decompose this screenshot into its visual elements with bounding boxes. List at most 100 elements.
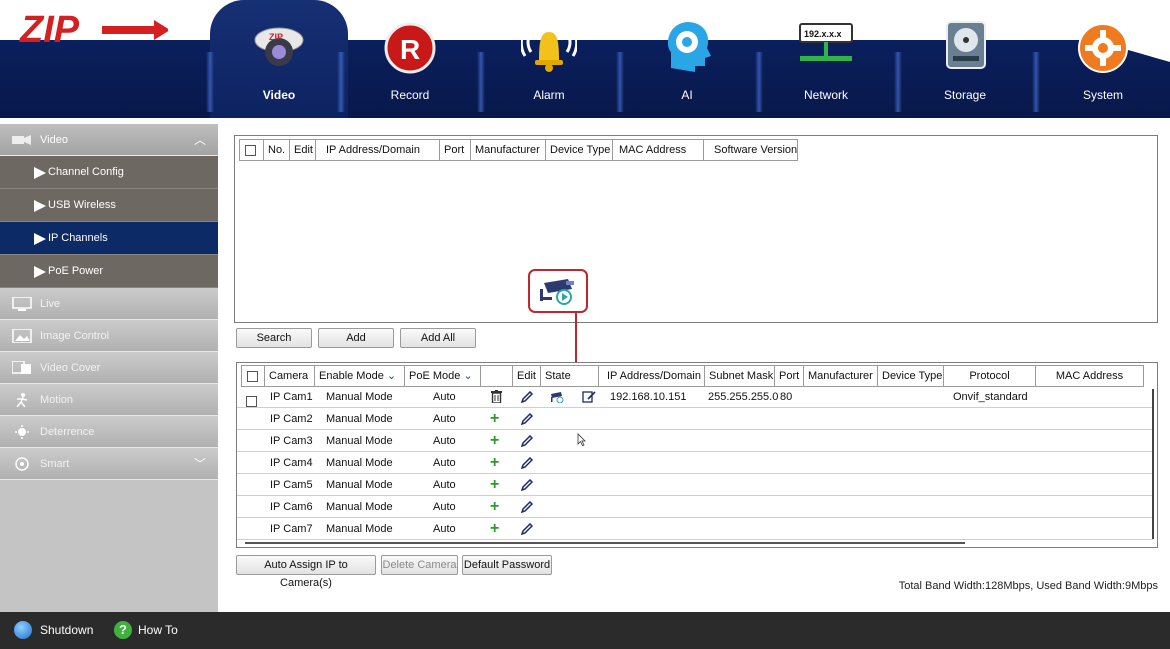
poe-mode[interactable]: Auto: [433, 391, 456, 403]
enable-mode[interactable]: Manual Mode: [326, 435, 393, 447]
col-state[interactable]: State: [541, 365, 599, 387]
add-all-button[interactable]: Add All: [400, 328, 476, 348]
add-button[interactable]: Add: [318, 328, 394, 348]
col-manufacturer[interactable]: Manufacturer: [804, 365, 878, 387]
enable-mode[interactable]: Manual Mode: [326, 391, 393, 403]
select-all-checkbox[interactable]: [239, 139, 264, 161]
nav-network[interactable]: 192.x.x.x Network: [757, 0, 895, 118]
sidebar-group-smart[interactable]: Smart ﹀: [0, 448, 218, 480]
sidebar-group-motion[interactable]: Motion: [0, 384, 218, 416]
delete-camera-button[interactable]: Delete Camera: [381, 555, 458, 575]
col-edit[interactable]: Edit: [290, 139, 316, 161]
col-poe-mode-label: PoE Mode: [409, 370, 461, 382]
col-software-version[interactable]: Software Version: [704, 139, 798, 161]
video-camera-icon: [12, 135, 31, 145]
chevron-down-icon[interactable]: ﹀: [194, 448, 206, 480]
pencil-icon[interactable]: [520, 390, 534, 406]
poe-mode[interactable]: Auto: [433, 501, 456, 513]
svg-text:R: R: [400, 34, 420, 65]
vertical-scrollbar[interactable]: [1150, 389, 1156, 539]
table-row[interactable]: IP Cam4 Manual Mode Auto +: [237, 453, 1153, 474]
enable-mode[interactable]: Manual Mode: [326, 501, 393, 513]
table-row[interactable]: IP Cam2 Manual Mode Auto +: [237, 409, 1153, 430]
port: 80: [780, 391, 793, 403]
col-ip-address[interactable]: IP Address/Domain: [599, 365, 705, 387]
col-ip-address[interactable]: IP Address/Domain: [316, 139, 440, 161]
poe-mode[interactable]: Auto: [433, 413, 456, 425]
add-plus-icon[interactable]: +: [490, 410, 499, 428]
pencil-icon[interactable]: [520, 434, 534, 450]
pencil-icon[interactable]: [520, 412, 534, 428]
sidebar-item-usb-wireless[interactable]: USB Wireless: [0, 189, 218, 222]
col-no[interactable]: No.: [264, 139, 290, 161]
col-device-type[interactable]: Device Type: [546, 139, 613, 161]
camera-connected-icon[interactable]: [549, 390, 565, 406]
nav-video[interactable]: ZIP Video: [210, 0, 348, 118]
shutdown-button[interactable]: Shutdown: [14, 612, 93, 649]
col-edit[interactable]: Edit: [513, 365, 541, 387]
nav-label-ai: AI: [681, 88, 693, 102]
col-manufacturer[interactable]: Manufacturer: [471, 139, 546, 161]
pencil-icon[interactable]: [520, 522, 534, 538]
sidebar-item-channel-config[interactable]: Channel Config: [0, 156, 218, 189]
add-plus-icon[interactable]: +: [490, 498, 499, 516]
how-to-label: How To: [138, 623, 178, 637]
pencil-icon[interactable]: [520, 478, 534, 494]
sidebar-item-ip-channels[interactable]: IP Channels: [0, 222, 218, 255]
select-all-cameras-checkbox[interactable]: [241, 365, 265, 387]
col-mac-address[interactable]: MAC Address: [1036, 365, 1144, 387]
col-poe-mode[interactable]: PoE Mode ⌄: [405, 365, 481, 387]
nav-system[interactable]: System: [1034, 0, 1170, 118]
how-to-button[interactable]: ? How To: [114, 612, 178, 649]
sidebar-group-image-control[interactable]: Image Control: [0, 320, 218, 352]
edit-note-icon[interactable]: [582, 390, 596, 406]
table-row[interactable]: IP Cam3 Manual Mode Auto +: [237, 431, 1153, 452]
col-blank: [481, 365, 513, 387]
enable-mode[interactable]: Manual Mode: [326, 523, 393, 535]
chevron-up-icon[interactable]: ︿: [194, 124, 206, 156]
table-row[interactable]: IP Cam1 Manual Mode Auto 192.168.10.151 …: [237, 387, 1153, 408]
col-port[interactable]: Port: [440, 139, 471, 161]
auto-assign-ip-button[interactable]: Auto Assign IP to Camera(s): [236, 555, 376, 589]
sidebar-item-poe-power[interactable]: PoE Power: [0, 255, 218, 288]
nav-storage[interactable]: Storage: [896, 0, 1034, 118]
search-button[interactable]: Search: [236, 328, 312, 348]
table-row[interactable]: IP Cam5 Manual Mode Auto +: [237, 475, 1153, 496]
add-plus-icon[interactable]: +: [490, 520, 499, 538]
triangle-right-icon: [34, 167, 46, 179]
table-row[interactable]: IP Cam7 Manual Mode Auto +: [237, 519, 1153, 540]
enable-mode[interactable]: Manual Mode: [326, 479, 393, 491]
sidebar-group-video-cover[interactable]: Video Cover: [0, 352, 218, 384]
sidebar-group-video[interactable]: Video ︿: [0, 124, 218, 156]
add-plus-icon[interactable]: +: [490, 454, 499, 472]
nav-record[interactable]: R Record: [341, 0, 479, 118]
horizontal-scrollbar[interactable]: [239, 539, 1149, 546]
col-enable-mode[interactable]: Enable Mode ⌄: [315, 365, 405, 387]
nav-alarm[interactable]: Alarm: [480, 0, 618, 118]
table-row[interactable]: IP Cam6 Manual Mode Auto +: [237, 497, 1153, 518]
col-camera[interactable]: Camera: [265, 365, 315, 387]
poe-mode[interactable]: Auto: [433, 523, 456, 535]
nav-ai[interactable]: AI: [618, 0, 756, 118]
enable-mode[interactable]: Manual Mode: [326, 413, 393, 425]
pencil-icon[interactable]: [520, 456, 534, 472]
sidebar-group-live[interactable]: Live: [0, 288, 218, 320]
pencil-icon[interactable]: [520, 500, 534, 516]
poe-mode[interactable]: Auto: [433, 479, 456, 491]
sidebar-item-label: Channel Config: [48, 166, 124, 178]
add-plus-icon[interactable]: +: [490, 476, 499, 494]
network-icon-text: 192.x.x.x: [804, 29, 842, 39]
col-mac-address[interactable]: MAC Address: [613, 139, 704, 161]
col-port[interactable]: Port: [775, 365, 804, 387]
add-plus-icon[interactable]: +: [490, 432, 499, 450]
default-password-button[interactable]: Default Password: [462, 555, 552, 575]
trash-icon[interactable]: [491, 390, 502, 406]
enable-mode[interactable]: Manual Mode: [326, 457, 393, 469]
poe-mode[interactable]: Auto: [433, 457, 456, 469]
col-device-type[interactable]: Device Type: [878, 365, 944, 387]
poe-mode[interactable]: Auto: [433, 435, 456, 447]
sidebar-group-deterrence[interactable]: Deterrence: [0, 416, 218, 448]
col-protocol[interactable]: Protocol: [944, 365, 1036, 387]
sidebar-filler: [0, 480, 218, 618]
col-subnet-mask[interactable]: Subnet Mask: [705, 365, 775, 387]
